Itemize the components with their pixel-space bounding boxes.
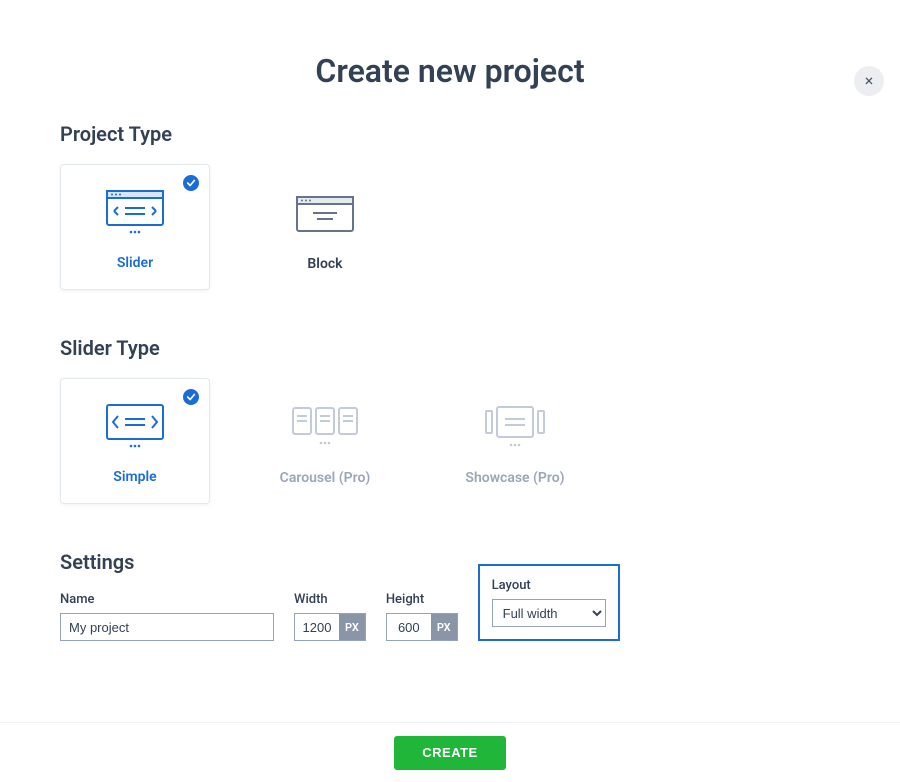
- project-type-block[interactable]: Block: [250, 164, 400, 290]
- block-icon: [296, 184, 354, 244]
- layout-field: Layout Full width: [492, 578, 606, 627]
- height-label: Height: [386, 592, 458, 607]
- create-button[interactable]: CREATE: [394, 736, 505, 770]
- project-type-slider[interactable]: Slider: [60, 164, 210, 290]
- card-label: Simple: [113, 469, 156, 485]
- dialog-footer: CREATE: [0, 722, 900, 782]
- layout-label: Layout: [492, 578, 606, 593]
- showcase-icon: [485, 398, 545, 458]
- settings-heading: Settings: [60, 550, 840, 574]
- width-field: Width PX: [294, 592, 366, 641]
- check-icon: [183, 175, 199, 191]
- slider-type-options: Simple Carousel (Pro): [60, 378, 840, 504]
- card-label: Block: [307, 256, 342, 272]
- width-input[interactable]: [295, 614, 339, 640]
- close-button[interactable]: ×: [854, 66, 884, 96]
- name-input[interactable]: [60, 613, 274, 641]
- check-icon: [183, 389, 199, 405]
- slider-type-simple[interactable]: Simple: [60, 378, 210, 504]
- height-input[interactable]: [387, 614, 431, 640]
- layout-field-highlight: Layout Full width: [478, 564, 620, 641]
- slider-type-carousel[interactable]: Carousel (Pro): [250, 378, 400, 504]
- project-type-heading: Project Type: [60, 122, 840, 146]
- slider-type-heading: Slider Type: [60, 336, 840, 360]
- card-label: Showcase (Pro): [465, 470, 564, 486]
- card-label: Carousel (Pro): [280, 470, 371, 486]
- simple-slider-icon: [106, 397, 164, 457]
- close-icon: ×: [865, 73, 874, 89]
- height-field: Height PX: [386, 592, 458, 641]
- card-label: Slider: [117, 255, 153, 271]
- slider-icon: [106, 183, 164, 243]
- slider-type-showcase[interactable]: Showcase (Pro): [440, 378, 590, 504]
- name-label: Name: [60, 592, 274, 607]
- settings-row: Name Width PX Height PX Layout Full widt…: [60, 592, 840, 641]
- layout-select[interactable]: Full width: [492, 599, 606, 627]
- project-type-options: Slider Block: [60, 164, 840, 290]
- height-unit: PX: [431, 614, 457, 640]
- carousel-icon: [292, 398, 358, 458]
- name-field: Name: [60, 592, 274, 641]
- width-unit: PX: [339, 614, 365, 640]
- width-label: Width: [294, 592, 366, 607]
- dialog-title: Create new project: [0, 52, 900, 90]
